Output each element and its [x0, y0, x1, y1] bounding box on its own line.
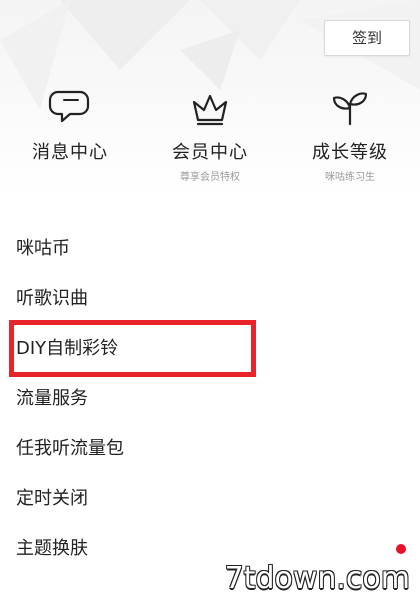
- menu-item-sleep-timer[interactable]: 定时关闭: [0, 474, 420, 524]
- member-center-label: 会员中心: [172, 142, 248, 163]
- chat-bubbles-icon: [48, 90, 90, 123]
- crown-icon: [192, 94, 228, 126]
- growth-level-sub: 咪咕练习生: [325, 172, 375, 183]
- message-center-label: 消息中心: [32, 142, 108, 163]
- quick-actions-row: 消息中心 会员中心 尊享会员特权 成长等级 咪咕练习生: [0, 88, 420, 188]
- growth-level-label: 成长等级: [312, 142, 388, 163]
- signin-button[interactable]: 签到: [324, 20, 410, 56]
- menu-item-migu-coin[interactable]: 咪咕币: [0, 224, 420, 274]
- menu-item-song-recognition[interactable]: 听歌识曲: [0, 274, 420, 324]
- menu-item-data-package[interactable]: 任我听流量包: [0, 424, 420, 474]
- new-badge-dot: [396, 544, 406, 554]
- watermark-text: 7tdown.com: [224, 561, 410, 596]
- growth-level-button[interactable]: 成长等级 咪咕练习生: [280, 88, 420, 183]
- member-center-button[interactable]: 会员中心 尊享会员特权: [140, 88, 280, 183]
- sprout-icon: [332, 92, 368, 126]
- message-center-button[interactable]: 消息中心: [0, 88, 140, 168]
- highlight-annotation-box: [9, 320, 256, 377]
- menu-item-data-service[interactable]: 流量服务: [0, 374, 420, 424]
- member-center-sub: 尊享会员特权: [180, 172, 240, 183]
